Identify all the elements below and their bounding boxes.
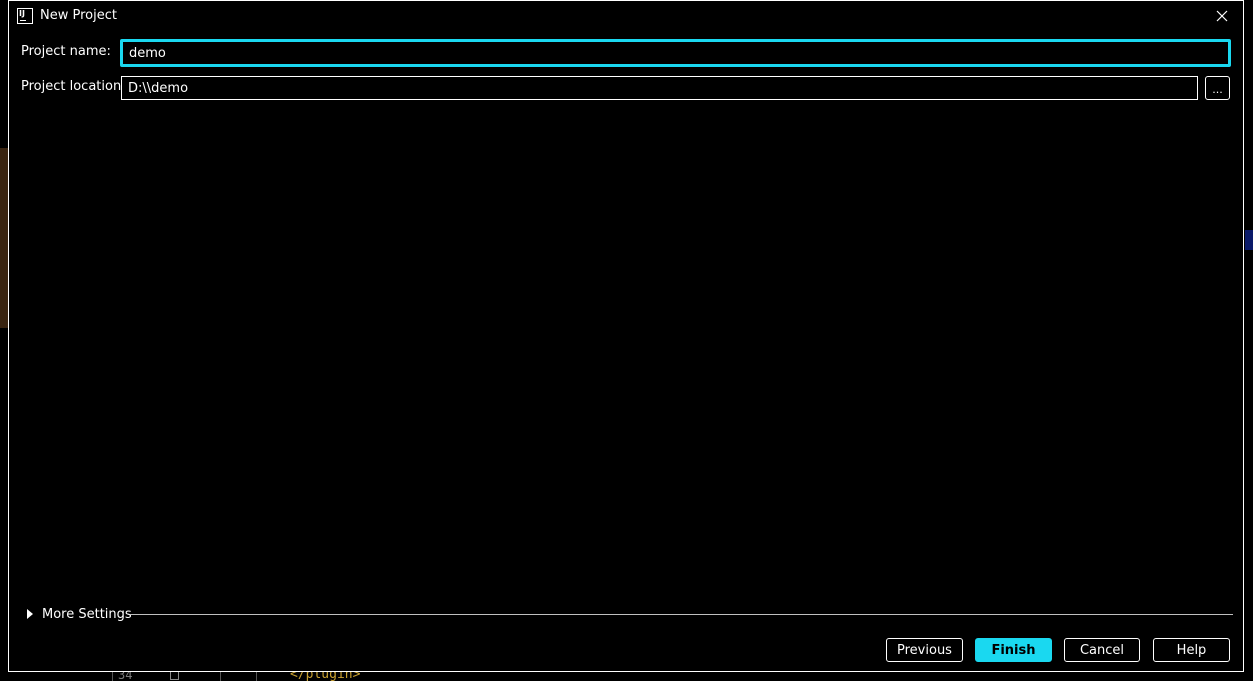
project-name-input[interactable] (120, 39, 1231, 67)
intellij-idea-icon: IJ (17, 8, 33, 24)
gutter-divider (256, 672, 257, 681)
title-bar: IJ New Project (9, 1, 1243, 31)
background-editor: 34 </plugin> (0, 672, 1253, 681)
finish-button[interactable]: Finish (975, 638, 1052, 662)
fold-icon (170, 672, 179, 680)
expand-triangle-icon (27, 609, 33, 619)
previous-button[interactable]: Previous (886, 638, 963, 662)
window-title: New Project (40, 8, 117, 23)
background-editor-edge-right (1245, 230, 1253, 250)
more-settings-toggle[interactable]: More Settings (27, 604, 132, 624)
cancel-button[interactable]: Cancel (1064, 638, 1140, 662)
close-button[interactable] (1213, 7, 1231, 25)
project-location-label: Project location: (21, 79, 126, 94)
more-settings-divider (130, 614, 1233, 615)
project-name-label: Project name: (21, 44, 111, 59)
line-number: 34 (118, 672, 133, 681)
gutter-divider (112, 672, 113, 681)
help-button[interactable]: Help (1153, 638, 1230, 662)
close-icon (1216, 10, 1228, 22)
code-line: </plugin> (290, 672, 361, 681)
new-project-dialog: IJ New Project Project name: Project loc… (8, 0, 1244, 672)
app-icon-glyph: IJ (19, 9, 25, 18)
background-editor-edge (0, 148, 8, 328)
gutter-divider (220, 672, 221, 681)
project-location-input[interactable] (121, 76, 1198, 100)
browse-location-button[interactable]: ... (1205, 76, 1230, 100)
more-settings-label: More Settings (42, 606, 132, 622)
app-icon-bar (20, 20, 26, 21)
